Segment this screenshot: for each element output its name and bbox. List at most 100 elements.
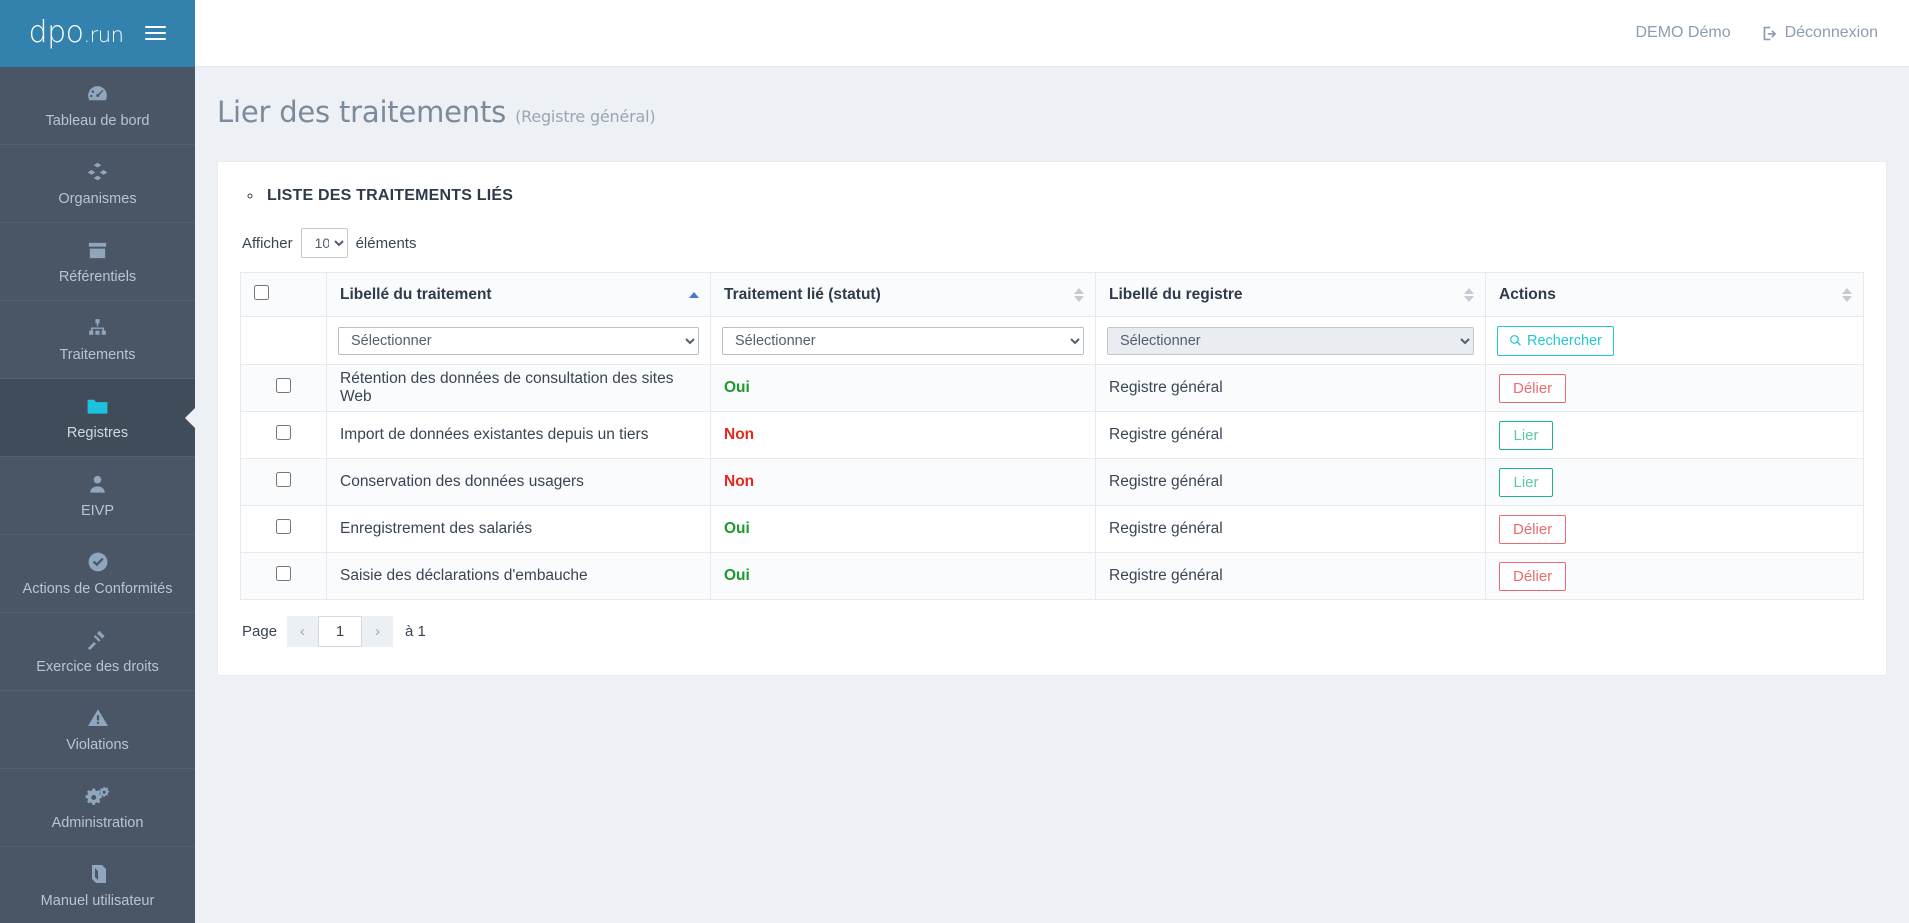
app-logo[interactable]: dpo.run [29, 18, 124, 48]
gears-icon [85, 784, 110, 808]
logo-suffix: .run [83, 23, 124, 47]
hamburger-icon[interactable] [145, 26, 167, 40]
sidebar-item-label: EIVP [80, 503, 115, 519]
search-button[interactable]: Rechercher [1497, 325, 1614, 356]
filter-cell-statut: Sélectionner [710, 316, 1096, 365]
row-checkbox[interactable] [276, 425, 291, 440]
filter-cell-registre: Sélectionner [1095, 316, 1486, 365]
folder-icon [85, 394, 110, 418]
column-header-traitement-lie-statut[interactable]: Traitement lié (statut) [710, 272, 1096, 317]
sort-neutral-icon [1842, 287, 1852, 302]
total-pages-label: à 1 [405, 623, 426, 640]
sidebar-item-tableau-de-bord[interactable]: Tableau de bord [0, 67, 195, 145]
table-row[interactable]: Rétention des données de consultation de… [240, 364, 1864, 412]
cell-traitement-lie-statut: Oui [710, 552, 1096, 600]
cell-libelle-traitement: Import de données existantes depuis un t… [326, 411, 711, 459]
row-checkbox[interactable] [276, 519, 291, 534]
sort-neutral-icon [1074, 287, 1084, 302]
table-header-row: Libellé du traitement Traitement lié (st… [240, 272, 1864, 317]
sidebar-item-label: Exercice des droits [36, 659, 159, 675]
current-page-input[interactable] [318, 616, 363, 647]
column-header-libelle-traitement[interactable]: Libellé du traitement [326, 272, 711, 317]
sort-neutral-icon [1464, 287, 1474, 302]
unlink-button[interactable]: Délier [1499, 373, 1567, 403]
cell-traitement-lie-statut: Non [710, 411, 1096, 459]
cell-libelle-registre: Registre général [1095, 458, 1486, 506]
table-filter-row: Sélectionner Sélectionner Sélectionner R… [240, 316, 1864, 365]
filter-cell-actions: Rechercher [1485, 316, 1864, 365]
warning-icon [86, 706, 110, 730]
main-content: Lier des traitements (Registre général) … [195, 67, 1909, 923]
next-page-button[interactable]: › [362, 616, 394, 647]
cell-traitement-lie-statut: Non [710, 458, 1096, 506]
column-header-select-all [240, 272, 327, 317]
sidebar-item-eivp[interactable]: EIVP [0, 457, 195, 535]
unlink-button[interactable]: Délier [1499, 514, 1567, 544]
length-suffix-label: éléments [355, 234, 417, 252]
cell-libelle-traitement: Conservation des données usagers [326, 458, 711, 506]
filter-libelle-traitement-select[interactable]: Sélectionner [338, 326, 699, 355]
table-row[interactable]: Conservation des données usagers Non Reg… [240, 458, 1864, 506]
row-checkbox[interactable] [276, 378, 291, 393]
sidebar-item-label: Registres [66, 425, 129, 441]
sidebar-item-referentiels[interactable]: Référentiels [0, 223, 195, 301]
logout-label: Déconnexion [1784, 24, 1878, 41]
sidebar-item-label: Violations [66, 737, 129, 753]
sidebar-item-administration[interactable]: Administration [0, 769, 195, 847]
cell-traitement-lie-statut: Oui [710, 505, 1096, 553]
logout-button[interactable]: Déconnexion [1761, 24, 1878, 42]
page-subtitle: (Registre général) [515, 107, 656, 126]
pagination: Page ‹ › à 1 [240, 600, 1864, 647]
length-prefix-label: Afficher [242, 234, 293, 252]
logout-icon [1763, 26, 1776, 40]
row-checkbox[interactable] [276, 472, 291, 487]
filter-traitement-lie-select[interactable]: Sélectionner [722, 326, 1084, 355]
row-checkbox[interactable] [276, 566, 291, 581]
table-row[interactable]: Enregistrement des salariés Oui Registre… [240, 505, 1864, 553]
column-label: Traitement lié (statut) [724, 285, 881, 303]
previous-page-button[interactable]: ‹ [287, 616, 319, 647]
sidebar-item-organismes[interactable]: Organismes [0, 145, 195, 223]
book-icon [86, 862, 110, 886]
length-menu: Afficher 10 éléments [240, 222, 1864, 272]
page-length-select[interactable]: 10 [300, 228, 348, 258]
page-title: Lier des traitements (Registre général) [217, 95, 1909, 129]
sidebar-item-traitements[interactable]: Traitements [0, 301, 195, 379]
card-header: LISTE DES TRAITEMENTS LIÉS [218, 162, 1886, 222]
row-select-cell [240, 458, 327, 506]
sitemap-icon [85, 316, 110, 340]
table-row[interactable]: Saisie des déclarations d'embauche Oui R… [240, 552, 1864, 600]
sidebar-item-actions-de-conformites[interactable]: Actions de Conformités [0, 535, 195, 613]
filter-libelle-registre-select[interactable]: Sélectionner [1107, 326, 1474, 355]
cell-libelle-traitement: Saisie des déclarations d'embauche [326, 552, 711, 600]
sidebar-item-label: Actions de Conformités [22, 581, 173, 597]
table-row[interactable]: Import de données existantes depuis un t… [240, 411, 1864, 459]
column-label: Libellé du registre [1109, 285, 1243, 303]
filter-cell-check [240, 316, 327, 365]
unlink-button[interactable]: Délier [1499, 561, 1567, 591]
status-badge: Non [724, 426, 755, 443]
page-title-text: Lier des traitements [217, 95, 507, 129]
gavel-icon [85, 628, 110, 652]
filter-cell-libelle: Sélectionner [326, 316, 711, 365]
card-body: Afficher 10 éléments Libellé du traiteme… [218, 222, 1886, 647]
gear-icon [247, 193, 253, 199]
sort-ascending-icon [689, 291, 699, 298]
sidebar-item-violations[interactable]: Violations [0, 691, 195, 769]
sidebar-item-registres[interactable]: Registres [0, 379, 195, 457]
user-icon [86, 472, 109, 496]
linked-processings-card: LISTE DES TRAITEMENTS LIÉS Afficher 10 é… [217, 161, 1887, 676]
sidebar-item-manuel-utilisateur[interactable]: Manuel utilisateur [0, 847, 195, 923]
cell-actions: Lier [1485, 411, 1864, 459]
current-user-label: DEMO Démo [1635, 24, 1731, 41]
sidebar-item-label: Tableau de bord [45, 113, 150, 129]
sidebar-item-exercice-des-droits[interactable]: Exercice des droits [0, 613, 195, 691]
link-button[interactable]: Lier [1499, 420, 1553, 450]
column-header-libelle-registre[interactable]: Libellé du registre [1095, 272, 1486, 317]
cell-libelle-traitement: Rétention des données de consultation de… [326, 364, 711, 412]
select-all-checkbox[interactable] [254, 284, 269, 300]
link-button[interactable]: Lier [1499, 467, 1553, 497]
check-circle-icon [86, 550, 110, 574]
column-label: Libellé du traitement [340, 285, 492, 303]
column-header-actions[interactable]: Actions [1485, 272, 1864, 317]
